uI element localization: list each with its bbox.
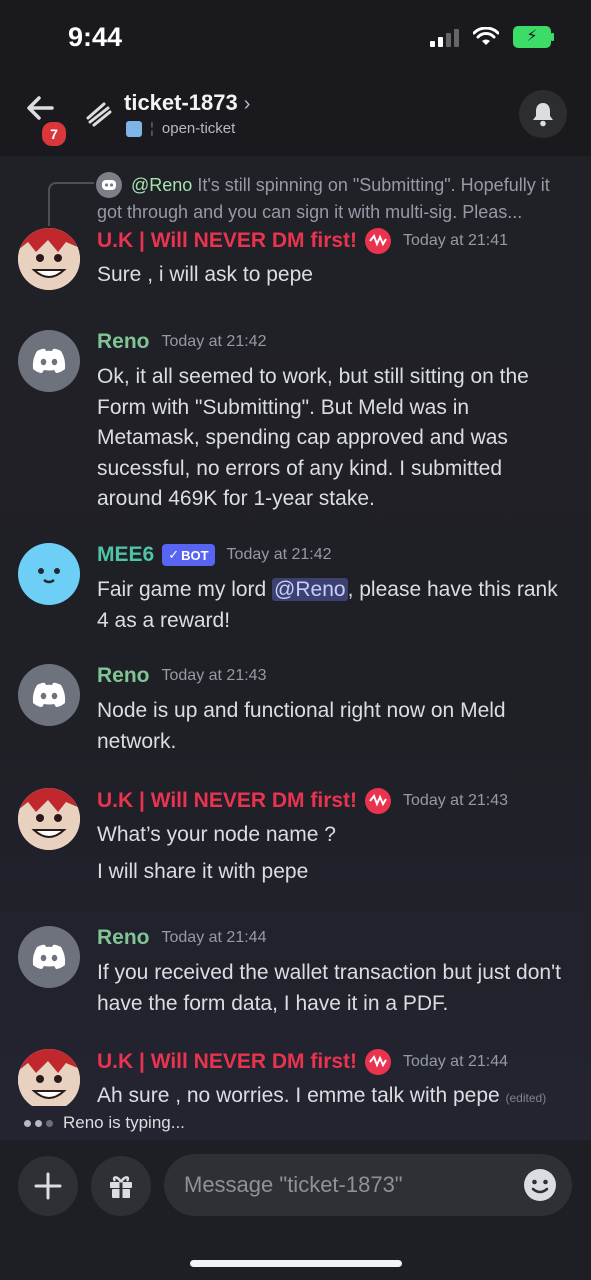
battery-charging-icon: ⚡ (513, 26, 554, 48)
message: U.K | Will NEVER DM first! Today at 21:4… (0, 228, 591, 290)
message-header: Reno Today at 21:42 (97, 330, 266, 354)
message-header: U.K | Will NEVER DM first! Today at 21:4… (97, 788, 508, 814)
thread-channel-icon (84, 98, 114, 128)
timestamp: Today at 21:42 (226, 546, 332, 563)
username[interactable]: U.K | Will NEVER DM first! (97, 1050, 357, 1074)
avatar[interactable] (18, 664, 80, 726)
message-header: U.K | Will NEVER DM first! Today at 21:4… (97, 228, 508, 254)
message-text: Ok, it all seemed to work, but still sit… (97, 365, 529, 510)
status-bar: 9:44 ⚡ (0, 0, 591, 78)
clock: 9:44 (68, 22, 123, 52)
discord-logo-icon (32, 348, 66, 373)
timestamp: Today at 21:44 (403, 1053, 508, 1070)
home-indicator (190, 1260, 402, 1267)
avatar[interactable] (18, 543, 80, 605)
typing-indicator: Reno is typing... (0, 1106, 591, 1140)
message-text: I will share it with pepe (97, 860, 309, 883)
message-header: MEE6 ✓ BOT Today at 21:42 (97, 543, 332, 567)
message-text: Fair game my lord @Reno, please have thi… (97, 575, 567, 636)
role-icon (365, 1049, 392, 1075)
channel-title[interactable]: ticket-1873 › (124, 90, 250, 116)
status-icons: ⚡ (430, 26, 554, 48)
typing-dots-icon (24, 1119, 53, 1127)
avatar[interactable] (18, 788, 80, 850)
bot-tag-label: BOT (181, 547, 209, 563)
channel-name: ticket-1873 (124, 90, 238, 115)
username[interactable]: MEE6 (97, 543, 154, 567)
wifi-icon (473, 27, 499, 45)
message: U.K | Will NEVER DM first! Today at 21:4… (0, 788, 591, 883)
emoji-button[interactable] (523, 1168, 557, 1202)
channel-header: 7 ticket-1873 › ¦ open-ticket (0, 78, 591, 157)
message-text: If you received the wallet transaction b… (97, 961, 561, 1015)
message-composer (0, 1140, 591, 1280)
message-text: What’s your node name ? (97, 823, 336, 846)
plus-icon (34, 1172, 62, 1200)
notification-bell-button[interactable] (519, 90, 567, 138)
timestamp: Today at 21:42 (161, 333, 267, 350)
attach-button[interactable] (18, 1156, 78, 1216)
username[interactable]: Reno (97, 664, 150, 688)
avatar[interactable] (18, 926, 80, 988)
message-input[interactable] (164, 1154, 572, 1216)
check-icon: ✓ (168, 547, 180, 562)
username[interactable]: Reno (97, 330, 150, 354)
message-header: Reno Today at 21:44 (97, 926, 266, 950)
reply-content: @Reno It's still spinning on "Submitting… (97, 172, 577, 226)
username[interactable]: U.K | Will NEVER DM first! (97, 229, 357, 253)
typing-text: Reno is typing... (63, 1113, 185, 1132)
reply-preview[interactable]: @Reno It's still spinning on "Submitting… (48, 166, 578, 226)
smile-icon (524, 1169, 556, 1201)
bot-tag: ✓ BOT (162, 544, 215, 566)
message-header: U.K | Will NEVER DM first! Today at 21:4… (97, 1049, 508, 1075)
edited-tag: (edited) (505, 1091, 547, 1105)
username[interactable]: Reno (97, 926, 150, 950)
message-header: Reno Today at 21:43 (97, 664, 266, 688)
timestamp: Today at 21:44 (161, 929, 267, 946)
text-part: Fair game my lord (97, 578, 273, 601)
separator: ¦ (150, 120, 154, 137)
avatar[interactable] (18, 228, 80, 290)
message-text: Sure , i will ask to pepe (97, 263, 313, 286)
username[interactable]: U.K | Will NEVER DM first! (97, 789, 357, 813)
text-part: Ah sure , no worries. I emme talk with p… (97, 1084, 500, 1106)
timestamp: Today at 21:43 (403, 792, 508, 809)
message-text: Ah sure , no worries. I emme talk with p… (97, 1081, 567, 1106)
reply-connector (48, 182, 94, 226)
message: U.K | Will NEVER DM first! Today at 21:4… (0, 1049, 591, 1106)
bell-icon (533, 103, 553, 127)
message: MEE6 ✓ BOT Today at 21:42 Fair game my lo… (0, 543, 591, 632)
avatar[interactable] (18, 330, 80, 392)
role-icon (365, 228, 392, 254)
unread-badge: 7 (40, 120, 68, 148)
category-cube-icon (126, 120, 142, 137)
avatar[interactable] (18, 1049, 80, 1106)
reply-author: @Reno (131, 175, 193, 195)
timestamp: Today at 21:41 (403, 232, 508, 249)
parent-channel-name: open-ticket (161, 120, 236, 137)
timestamp: Today at 21:43 (161, 667, 267, 684)
discord-logo-icon (32, 682, 66, 707)
channel-subtitle[interactable]: ¦ open-ticket (126, 120, 235, 137)
user-mention[interactable]: @Reno (272, 578, 348, 601)
message-text: Node is up and functional right now on M… (97, 699, 506, 753)
chevron-right-icon: › (243, 93, 251, 115)
message-list[interactable]: @Reno It's still spinning on "Submitting… (0, 156, 591, 1106)
gift-icon (110, 1176, 132, 1198)
role-icon (365, 788, 392, 814)
discord-logo-icon (32, 944, 66, 969)
gift-button[interactable] (91, 1156, 151, 1216)
cellular-signal-icon (430, 27, 459, 47)
